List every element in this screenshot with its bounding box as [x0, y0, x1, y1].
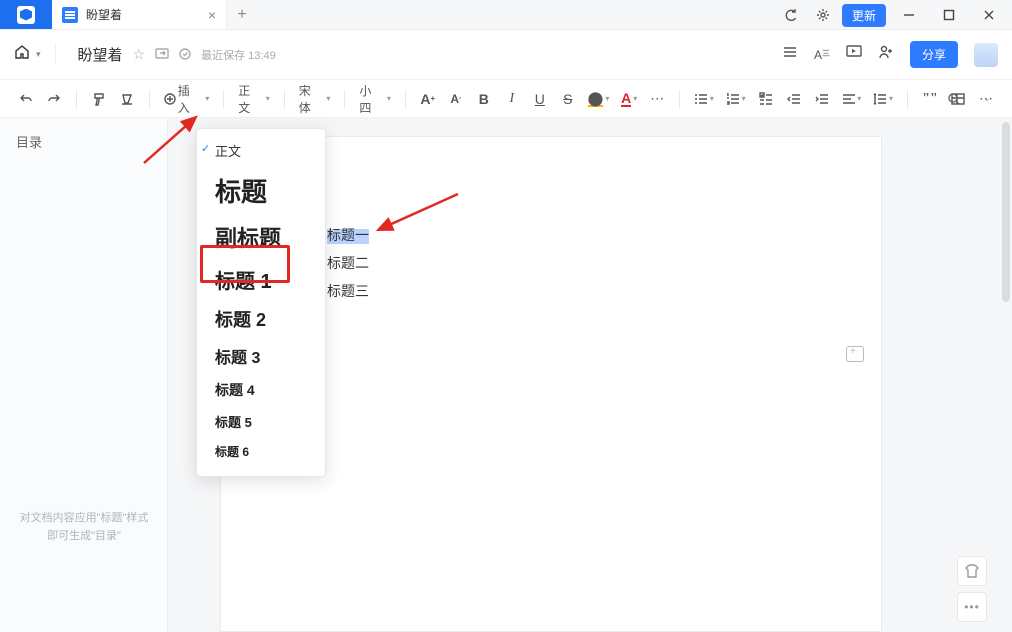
float-more-icon[interactable]: •••: [957, 592, 987, 622]
home-caret-icon[interactable]: ▾: [36, 49, 41, 60]
style-menu: 正文 标题 副标题 标题 1 标题 2 标题 3 标题 4 标题 5 标题 6: [196, 128, 326, 477]
doc-line[interactable]: 标题三: [327, 279, 775, 307]
font-increase-icon[interactable]: A+: [416, 86, 440, 112]
save-status: 最近保存 13:49: [201, 47, 276, 63]
window-close-icon[interactable]: [972, 0, 1006, 30]
style-item-h6[interactable]: 标题 6: [197, 437, 325, 466]
sidebar: 目录: [0, 118, 168, 632]
style-item-h3[interactable]: 标题 3: [197, 338, 325, 374]
insert-dropdown[interactable]: 插入▾: [160, 86, 213, 112]
folder-move-icon[interactable]: [155, 46, 169, 63]
sidebar-hint: 对文档内容应用"标题"样式 即可生成"目录": [0, 510, 168, 545]
present-icon[interactable]: [846, 44, 862, 65]
app-icon: [17, 6, 35, 24]
document-tab[interactable]: 盼望着 ×: [52, 0, 227, 29]
font-decrease-icon[interactable]: A-: [444, 86, 468, 112]
new-tab-button[interactable]: +: [227, 0, 257, 29]
annotation-arrow: [140, 111, 204, 167]
gear-icon[interactable]: [810, 2, 836, 28]
undo-icon[interactable]: [14, 86, 38, 112]
update-button[interactable]: 更新: [842, 4, 886, 27]
style-item-body[interactable]: 正文: [197, 135, 325, 166]
tab-title: 盼望着: [86, 6, 200, 23]
add-person-icon[interactable]: [878, 44, 894, 65]
bold-icon[interactable]: B: [472, 86, 496, 112]
number-list-icon[interactable]: ▾: [722, 86, 750, 112]
annotation-arrow: [372, 190, 462, 236]
header: ▾ 盼望着 ☆ 最近保存 13:49 A三 分享: [0, 30, 1012, 80]
strikethrough-icon[interactable]: S: [556, 86, 580, 112]
format-painter-icon[interactable]: [87, 86, 111, 112]
clear-format-icon[interactable]: [115, 86, 139, 112]
checklist-icon[interactable]: [754, 86, 778, 112]
font-dropdown[interactable]: 宋体▾: [295, 86, 335, 112]
sidebar-title: 目录: [16, 132, 151, 151]
doc-icon: [62, 7, 78, 23]
toolbar-caret-icon[interactable]: ⌄: [974, 86, 998, 112]
doc-title: 盼望着: [78, 44, 123, 65]
doc-line[interactable]: 标题二: [327, 251, 775, 279]
home-icon[interactable]: [14, 44, 30, 65]
more-text-icon[interactable]: ⋯: [645, 86, 669, 112]
main: 目录 对文档内容应用"标题"样式 即可生成"目录" 极光下载站 极光下载站 极光…: [0, 118, 1012, 632]
search-icon[interactable]: [942, 86, 966, 112]
redo-icon[interactable]: [42, 86, 66, 112]
bullet-list-icon[interactable]: ▾: [690, 86, 718, 112]
app-icon-strip: [0, 0, 52, 29]
style-item-h5[interactable]: 标题 5: [197, 406, 325, 437]
highlight-icon[interactable]: ⬤▾: [584, 86, 613, 112]
titlebar: 盼望着 × + 更新: [0, 0, 1012, 30]
add-comment-icon[interactable]: [846, 346, 864, 362]
list-icon[interactable]: [782, 44, 798, 65]
sync-icon[interactable]: [778, 2, 804, 28]
indent-icon[interactable]: [810, 86, 834, 112]
textstyle-icon[interactable]: A三: [814, 48, 830, 62]
style-item-h2[interactable]: 标题 2: [197, 300, 325, 338]
minimize-icon[interactable]: [892, 0, 926, 30]
italic-icon[interactable]: I: [500, 86, 524, 112]
textcolor-icon[interactable]: A▾: [617, 86, 641, 112]
close-icon[interactable]: ×: [208, 7, 216, 23]
fontsize-dropdown[interactable]: 小四▾: [355, 86, 395, 112]
quote-icon[interactable]: "": [918, 86, 942, 112]
underline-icon[interactable]: U: [528, 86, 552, 112]
style-dropdown[interactable]: 正文▾: [234, 86, 274, 112]
maximize-icon[interactable]: [932, 0, 966, 30]
style-item-title[interactable]: 标题: [197, 166, 325, 215]
outdent-icon[interactable]: [782, 86, 806, 112]
scrollbar[interactable]: [1002, 122, 1010, 302]
linespacing-icon[interactable]: ▾: [869, 86, 897, 112]
share-button[interactable]: 分享: [910, 41, 958, 68]
theme-icon[interactable]: [957, 556, 987, 586]
align-icon[interactable]: ▾: [838, 86, 866, 112]
star-icon[interactable]: ☆: [133, 46, 146, 63]
save-check-icon: [179, 47, 191, 63]
style-item-h4[interactable]: 标题 4: [197, 374, 325, 406]
avatar[interactable]: [974, 43, 998, 67]
annotation-red-box: [200, 245, 290, 283]
